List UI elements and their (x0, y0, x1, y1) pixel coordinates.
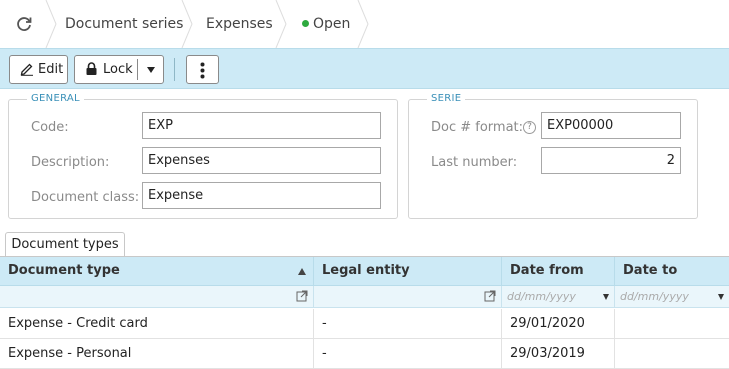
tab-document-types[interactable]: Document types (5, 232, 125, 257)
refresh-icon[interactable] (14, 14, 34, 34)
lock-button[interactable]: Lock (74, 55, 164, 84)
breadcrumb-separator-icon (357, 0, 369, 48)
status-label: Open (313, 16, 351, 32)
date-to-placeholder: dd/mm/yyyy (620, 290, 689, 303)
edit-button-label: Edit (38, 62, 64, 77)
column-header-label: Document type (8, 263, 120, 278)
cell-date-to (615, 339, 729, 368)
column-header-legal-entity[interactable]: Legal entity (314, 257, 502, 286)
cell-date-to (615, 309, 729, 338)
code-label: Code: (31, 120, 69, 135)
general-section: GENERAL Code: EXP Description: Expenses … (8, 93, 398, 219)
more-vertical-icon (200, 62, 205, 79)
breadcrumb-separator-icon (181, 0, 193, 48)
serie-section: SERIE Doc # format: ? EXP00000 Last numb… (408, 93, 698, 219)
more-options-button[interactable] (186, 55, 219, 84)
filter-document-type[interactable] (0, 286, 314, 307)
last-number-field[interactable]: 2 (541, 147, 681, 174)
document-types-grid: Document type Legal entity Date from Dat… (0, 256, 729, 369)
edit-button[interactable]: Edit (9, 55, 68, 84)
breadcrumb-document-series[interactable]: Document series (65, 0, 183, 48)
caret-down-icon[interactable] (718, 294, 724, 300)
toolbar: Edit Lock (0, 48, 729, 89)
cell-document-type: Expense - Personal (0, 339, 314, 368)
breadcrumb: Document series Expenses Open (0, 0, 729, 48)
table-row[interactable]: Expense - Credit card - 29/01/2020 (0, 309, 729, 339)
doc-format-label: Doc # format: (431, 120, 524, 135)
lock-button-label: Lock (103, 62, 133, 77)
date-from-placeholder: dd/mm/yyyy (507, 290, 576, 303)
last-number-label: Last number: (431, 155, 518, 170)
cell-legal-entity: - (314, 309, 502, 338)
pencil-icon (20, 63, 33, 76)
caret-down-icon[interactable] (147, 67, 155, 73)
help-icon[interactable]: ? (523, 121, 536, 134)
table-row[interactable]: Expense - Personal - 29/03/2019 (0, 339, 729, 369)
breadcrumb-separator-icon (275, 0, 287, 48)
grid-header: Document type Legal entity Date from Dat… (0, 257, 729, 286)
filter-date-from[interactable]: dd/mm/yyyy (502, 286, 615, 307)
sort-asc-icon[interactable] (298, 268, 306, 275)
column-header-date-to[interactable]: Date to (615, 257, 729, 286)
cell-date-from: 29/03/2019 (502, 339, 615, 368)
cell-document-type: Expense - Credit card (0, 309, 314, 338)
doc-format-field[interactable]: EXP00000 (541, 112, 681, 139)
breadcrumb-separator-icon (45, 0, 57, 48)
caret-down-icon[interactable] (603, 294, 609, 300)
lock-icon (86, 62, 97, 75)
status-indicator: Open (302, 0, 350, 48)
open-external-icon[interactable] (296, 290, 308, 302)
column-header-date-from[interactable]: Date from (502, 257, 615, 286)
cell-date-from: 29/01/2020 (502, 309, 615, 338)
general-legend: GENERAL (27, 93, 84, 104)
filter-legal-entity[interactable] (314, 286, 502, 307)
filter-date-to[interactable]: dd/mm/yyyy (615, 286, 729, 307)
description-label: Description: (31, 155, 110, 170)
open-external-icon[interactable] (484, 290, 496, 302)
status-dot-icon (302, 19, 309, 27)
code-field[interactable]: EXP (142, 112, 381, 139)
toolbar-divider (174, 58, 175, 81)
breadcrumb-expenses[interactable]: Expenses (206, 0, 273, 48)
grid-filter-row: dd/mm/yyyy dd/mm/yyyy (0, 286, 729, 308)
document-class-label: Document class: (31, 190, 140, 205)
serie-legend: SERIE (427, 93, 466, 104)
button-divider (137, 59, 138, 80)
description-field[interactable]: Expenses (142, 147, 381, 174)
cell-legal-entity: - (314, 339, 502, 368)
document-class-field[interactable]: Expense (142, 182, 381, 209)
column-header-document-type[interactable]: Document type (0, 257, 314, 286)
